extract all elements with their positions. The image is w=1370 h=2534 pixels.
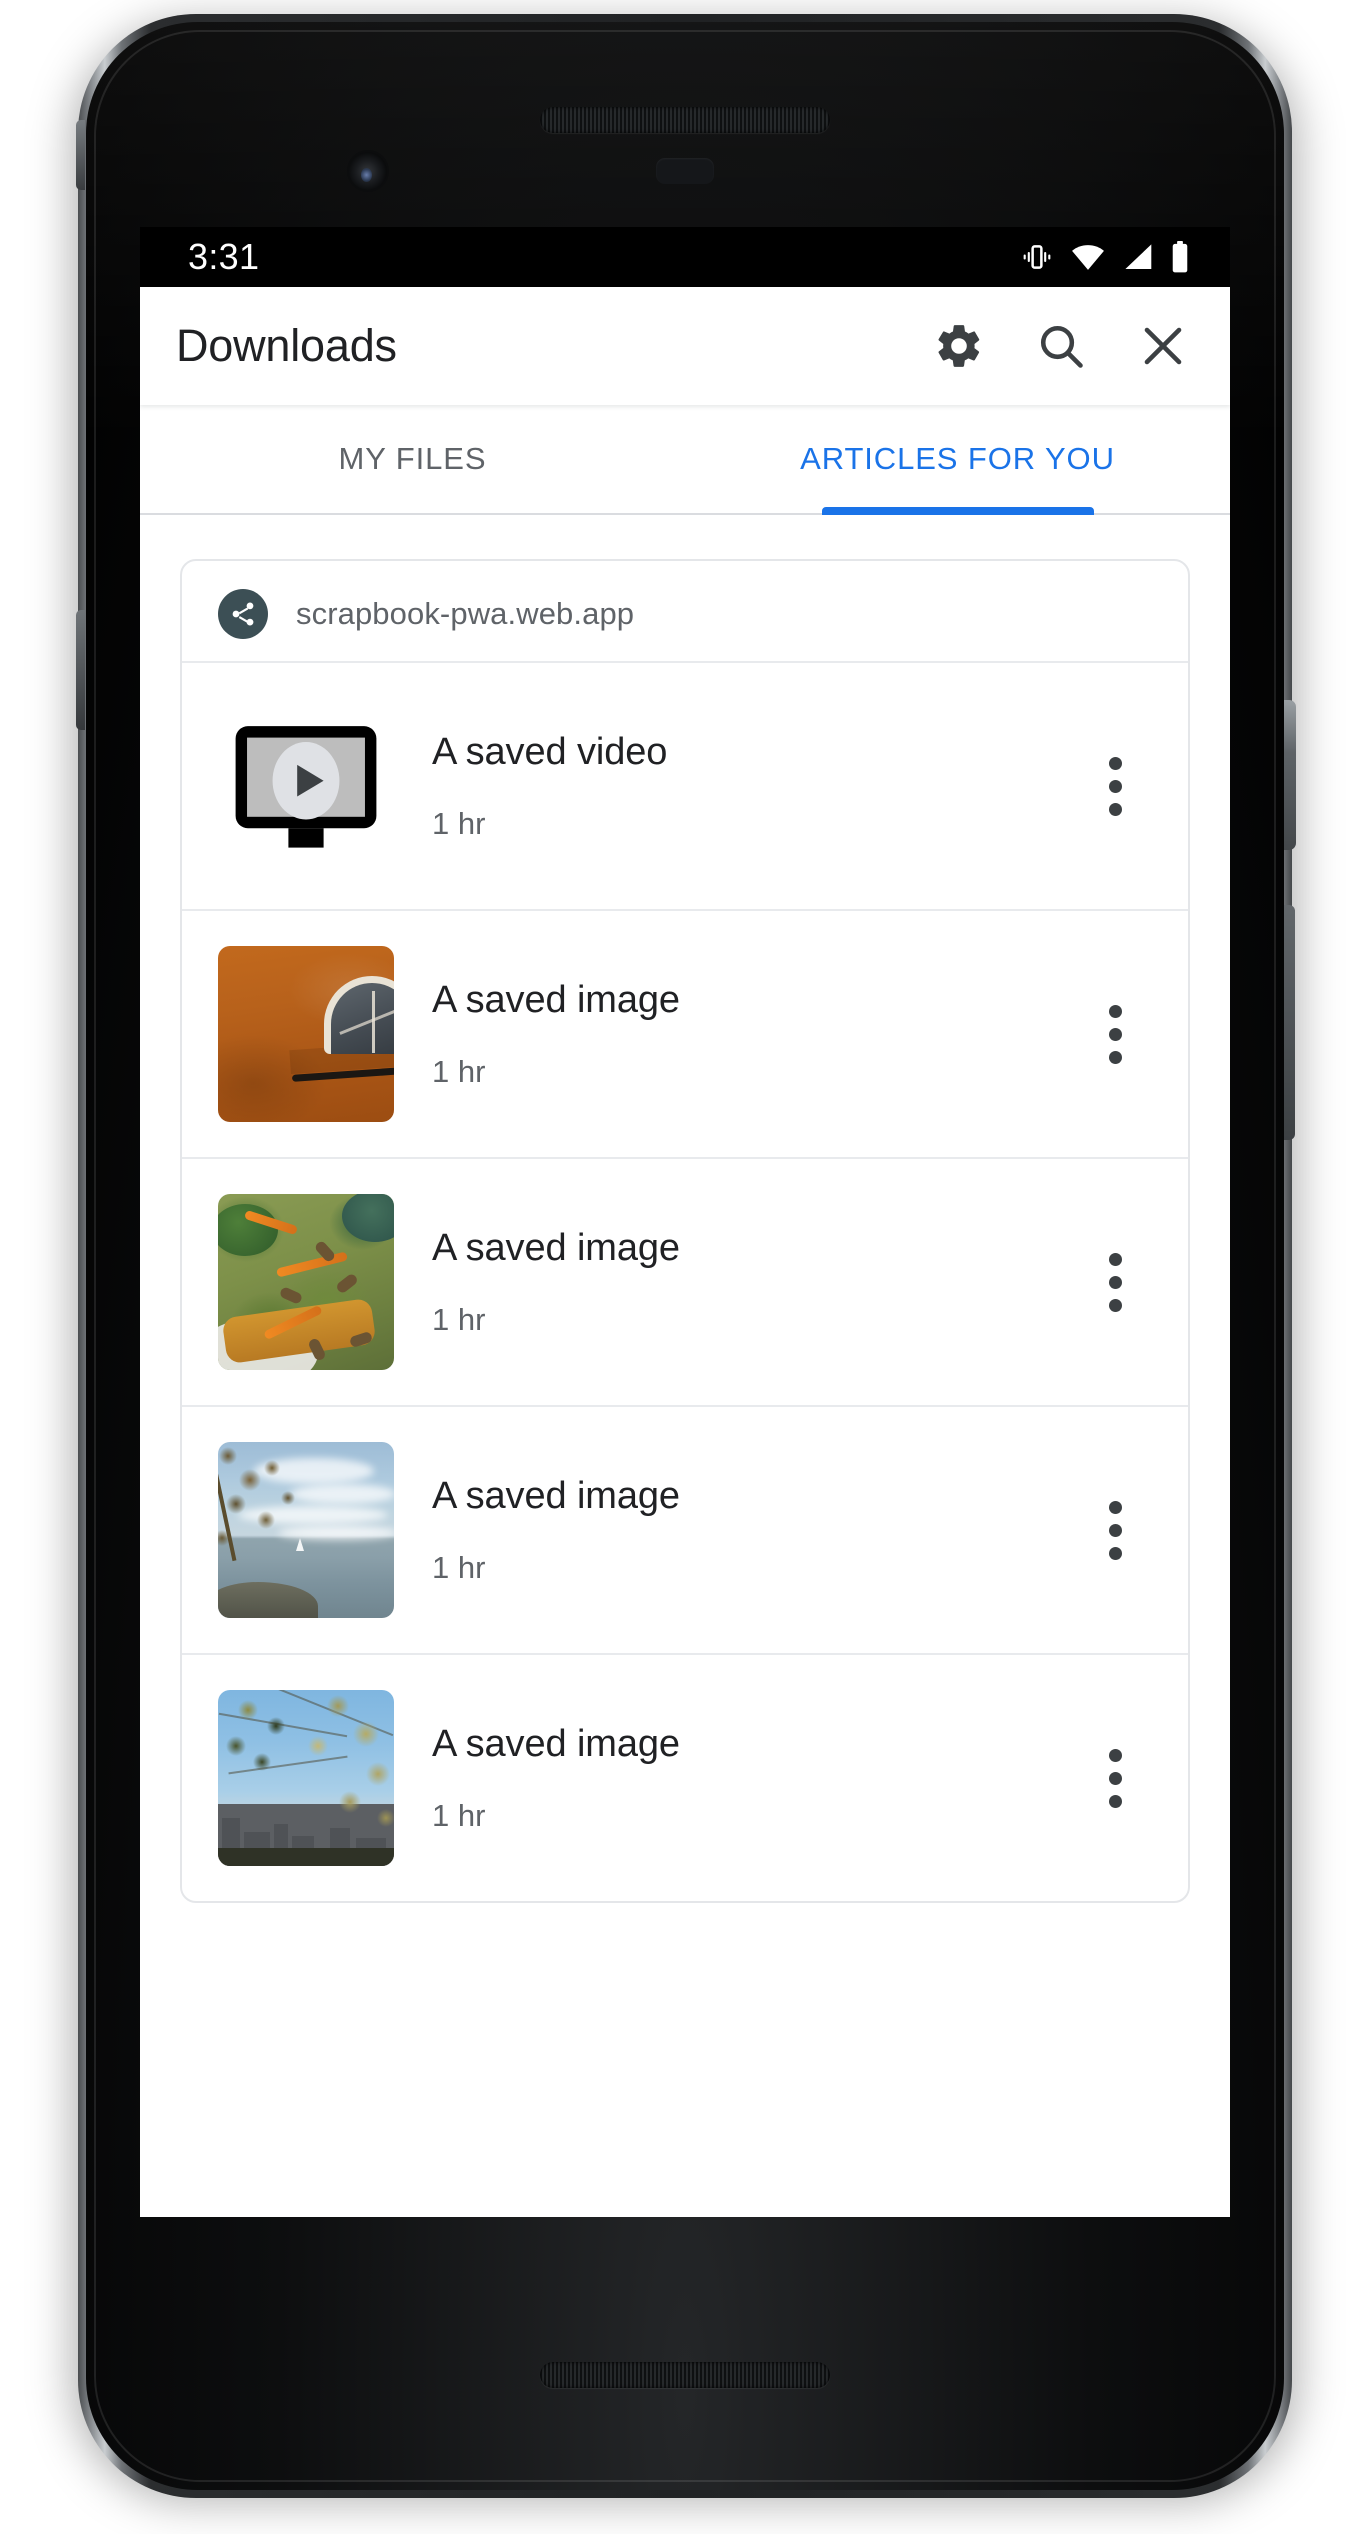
tab-articles-for-you-label: ARTICLES FOR YOU xyxy=(800,441,1115,476)
status-bar-icons xyxy=(1020,241,1190,273)
item-text-block: A saved image 1 hr xyxy=(432,1475,1076,1586)
dot xyxy=(1108,1004,1122,1018)
search-button[interactable] xyxy=(1018,303,1104,389)
overflow-menu-icon[interactable] xyxy=(1076,741,1154,831)
top-speaker-grille xyxy=(540,107,830,133)
photo-art xyxy=(218,1690,394,1866)
video-placeholder-icon xyxy=(218,698,394,874)
avocado-toast-photo xyxy=(218,1194,394,1370)
dot xyxy=(1108,1298,1122,1312)
app-bar: Downloads xyxy=(140,287,1230,405)
close-button[interactable] xyxy=(1120,303,1206,389)
carrot-strip xyxy=(275,1251,349,1278)
item-subtitle: 1 hr xyxy=(432,1549,486,1585)
seed xyxy=(334,1272,360,1295)
item-subtitle: 1 hr xyxy=(432,1797,486,1833)
item-text-block: A saved image 1 hr xyxy=(432,1227,1076,1338)
overflow-menu-icon[interactable] xyxy=(1076,1237,1154,1327)
active-tab-indicator xyxy=(821,507,1094,515)
left-side-accent-top xyxy=(76,120,85,190)
photo-art xyxy=(218,1442,394,1618)
downloads-card: scrapbook-pwa.web.app A saved video 1 hr… xyxy=(180,559,1190,1903)
overflow-menu-icon[interactable] xyxy=(1076,1733,1154,1823)
lake-sailboat-photo xyxy=(218,1442,394,1618)
overflow-menu-icon[interactable] xyxy=(1076,1485,1154,1575)
volume-button[interactable] xyxy=(1284,905,1295,1140)
dot xyxy=(1108,1027,1122,1041)
item-text-block: A saved image 1 hr xyxy=(432,979,1076,1090)
dot xyxy=(1108,1794,1122,1808)
item-title: A saved video xyxy=(432,730,668,773)
item-title: A saved image xyxy=(432,978,680,1021)
tab-my-files[interactable]: MY FILES xyxy=(140,405,685,513)
list-item[interactable]: A saved image 1 hr xyxy=(182,1405,1188,1653)
item-title: A saved image xyxy=(432,1722,680,1765)
wifi-icon xyxy=(1070,243,1106,271)
dot xyxy=(1108,1275,1122,1289)
item-subtitle: 1 hr xyxy=(432,805,486,841)
overflow-menu-icon[interactable] xyxy=(1076,989,1154,1079)
leaf xyxy=(342,1194,394,1242)
gear-icon xyxy=(933,320,985,372)
dot xyxy=(1108,1546,1122,1560)
item-title: A saved image xyxy=(432,1474,680,1517)
close-icon xyxy=(1137,320,1189,372)
tab-my-files-label: MY FILES xyxy=(338,441,487,476)
photo-art xyxy=(218,1194,394,1370)
left-side-accent-bottom xyxy=(76,610,85,730)
dot xyxy=(1108,1050,1122,1064)
dot xyxy=(1108,756,1122,770)
tab-articles-for-you[interactable]: ARTICLES FOR YOU xyxy=(685,405,1230,515)
share-icon xyxy=(218,589,268,639)
item-title: A saved image xyxy=(432,1226,680,1269)
item-subtitle: 1 hr xyxy=(432,1053,486,1089)
item-text-block: A saved video 1 hr xyxy=(432,731,1076,842)
list-item[interactable]: A saved image 1 hr xyxy=(182,1157,1188,1405)
dot xyxy=(1108,1748,1122,1762)
dot xyxy=(1108,1500,1122,1514)
status-bar: 3:31 xyxy=(140,227,1230,287)
bottom-speaker-grille xyxy=(540,2362,830,2388)
photo-art xyxy=(218,946,394,1122)
list-item[interactable]: A saved video 1 hr xyxy=(182,661,1188,909)
origin-url: scrapbook-pwa.web.app xyxy=(296,596,635,631)
app-bar-actions xyxy=(916,303,1230,389)
tree-branch xyxy=(218,1442,306,1564)
front-camera-icon xyxy=(349,152,387,190)
card-origin-header: scrapbook-pwa.web.app xyxy=(182,561,1188,661)
dot xyxy=(1108,1523,1122,1537)
arched-window xyxy=(324,976,394,1054)
list-item[interactable]: A saved image 1 hr xyxy=(182,909,1188,1157)
seed xyxy=(278,1286,304,1305)
item-subtitle: 1 hr xyxy=(432,1301,486,1337)
city-skyline-photo xyxy=(218,1690,394,1866)
dot xyxy=(1108,779,1122,793)
phone-screen: 3:31 Downloads MY FILES ARTICLES FOR YOU… xyxy=(140,227,1230,2217)
screenshot-root: 3:31 Downloads MY FILES ARTICLES FOR YOU… xyxy=(0,0,1370,2534)
articles-list-container[interactable]: scrapbook-pwa.web.app A saved video 1 hr… xyxy=(140,515,1230,2217)
search-icon xyxy=(1035,320,1087,372)
blossom-branches xyxy=(218,1690,394,1866)
battery-icon xyxy=(1170,241,1190,273)
page-title: Downloads xyxy=(176,320,397,371)
item-text-block: A saved image 1 hr xyxy=(432,1723,1076,1834)
dot xyxy=(1108,802,1122,816)
dot xyxy=(1108,1252,1122,1266)
vibrate-icon xyxy=(1020,242,1054,272)
notch-sensor xyxy=(656,158,714,184)
status-bar-clock: 3:31 xyxy=(188,236,260,277)
shoreline xyxy=(218,1582,318,1618)
power-button[interactable] xyxy=(1284,700,1296,850)
tab-bar: MY FILES ARTICLES FOR YOU xyxy=(140,405,1230,515)
settings-button[interactable] xyxy=(916,303,1002,389)
orange-wall-photo xyxy=(218,946,394,1122)
dot xyxy=(1108,1771,1122,1785)
list-item[interactable]: A saved image 1 hr xyxy=(182,1653,1188,1901)
cell-signal-icon xyxy=(1122,243,1154,271)
